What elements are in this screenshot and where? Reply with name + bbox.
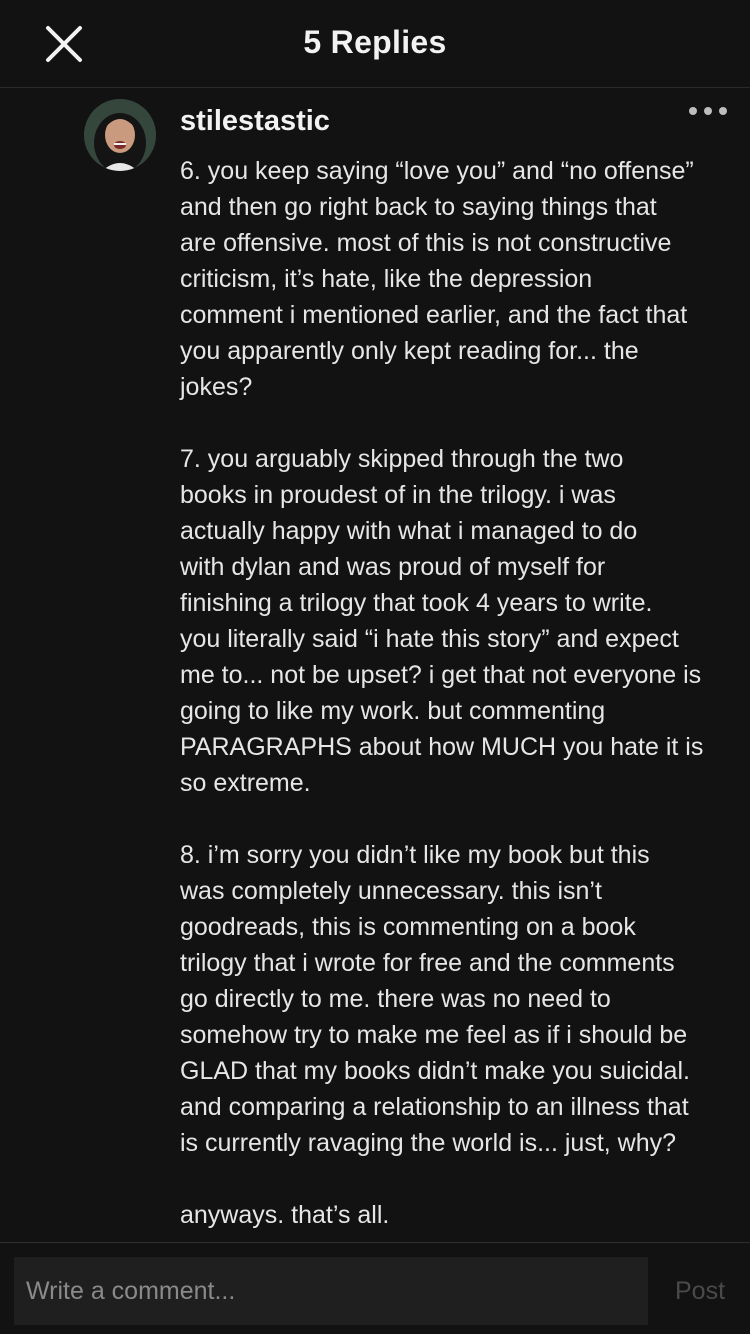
comment-paragraph: 6. you keep saying “love you” and “no of… <box>180 153 740 405</box>
avatar[interactable] <box>84 99 156 171</box>
comment-line: going to like my work. but commenting <box>180 697 606 725</box>
comment-line: 7. you arguably skipped through the two <box>180 445 624 473</box>
comment-line: was completely unnecessary. this isn’t <box>180 877 602 905</box>
comment-line: is currently ravaging the world is... ju… <box>180 1129 677 1157</box>
comment-paragraph: 7. you arguably skipped through the two … <box>180 441 740 801</box>
comment-line: and comparing a relationship to an illne… <box>180 1093 689 1121</box>
comment-line: GLAD that my books didn’t make you suici… <box>180 1057 690 1085</box>
comment-line: go directly to me. there was no need to <box>180 985 611 1013</box>
comment-line: 6. you keep saying “love you” and “no of… <box>180 157 694 185</box>
comment-line: criticism, it’s hate, like the depressio… <box>180 265 593 293</box>
comment-line: you apparently only kept reading for... … <box>180 337 639 365</box>
comment-line: actually happy with what i managed to do <box>180 517 638 545</box>
comment-line: goodreads, this is commenting on a book <box>180 913 636 941</box>
username[interactable]: stilestastic <box>180 105 330 138</box>
comment-input[interactable] <box>14 1257 648 1325</box>
comment-paragraph: anyways. that’s all. <box>180 1197 740 1233</box>
comment-line: 8. i’m sorry you didn’t like my book but… <box>180 841 650 869</box>
comment-line: somehow try to make me feel as if i shou… <box>180 1021 688 1049</box>
comment-line: anyways. that’s all. <box>180 1201 390 1229</box>
comment-line: jokes? <box>180 373 253 401</box>
page-title: 5 Replies <box>303 24 447 60</box>
user-photo <box>84 99 156 171</box>
comment-line: are offensive. most of this is not const… <box>180 229 672 257</box>
header-bar: 5 Replies <box>0 0 750 88</box>
comment-line: you literally said “i hate this story” a… <box>180 625 679 653</box>
more-horizontal-icon <box>689 107 727 115</box>
comment-line: PARAGRAPHS about how MUCH you hate it is <box>180 733 704 761</box>
comment-paragraph: 8. i’m sorry you didn’t like my book but… <box>180 837 740 1161</box>
comment-line: with dylan and was proud of myself for <box>180 553 606 581</box>
comment-line: finishing a trilogy that took 4 years to… <box>180 589 653 617</box>
post-button[interactable]: Post <box>660 1257 740 1325</box>
more-options-button[interactable] <box>684 99 732 123</box>
comment-line: me to... not be upset? i get that not ev… <box>180 661 702 689</box>
comment-line: comment i mentioned earlier, and the fac… <box>180 301 688 329</box>
comment-line: books in proudest of in the trilogy. i w… <box>180 481 616 509</box>
comment-line: trilogy that i wrote for free and the co… <box>180 949 675 977</box>
comment-line: and then go right back to saying things … <box>180 193 657 221</box>
comment-body: 6. you keep saying “love you” and “no of… <box>180 153 740 1241</box>
reply-comment: stilestastic 6. you keep saying “love yo… <box>0 89 750 1241</box>
comment-line: so extreme. <box>180 769 311 797</box>
comment-composer: Post <box>0 1242 750 1334</box>
